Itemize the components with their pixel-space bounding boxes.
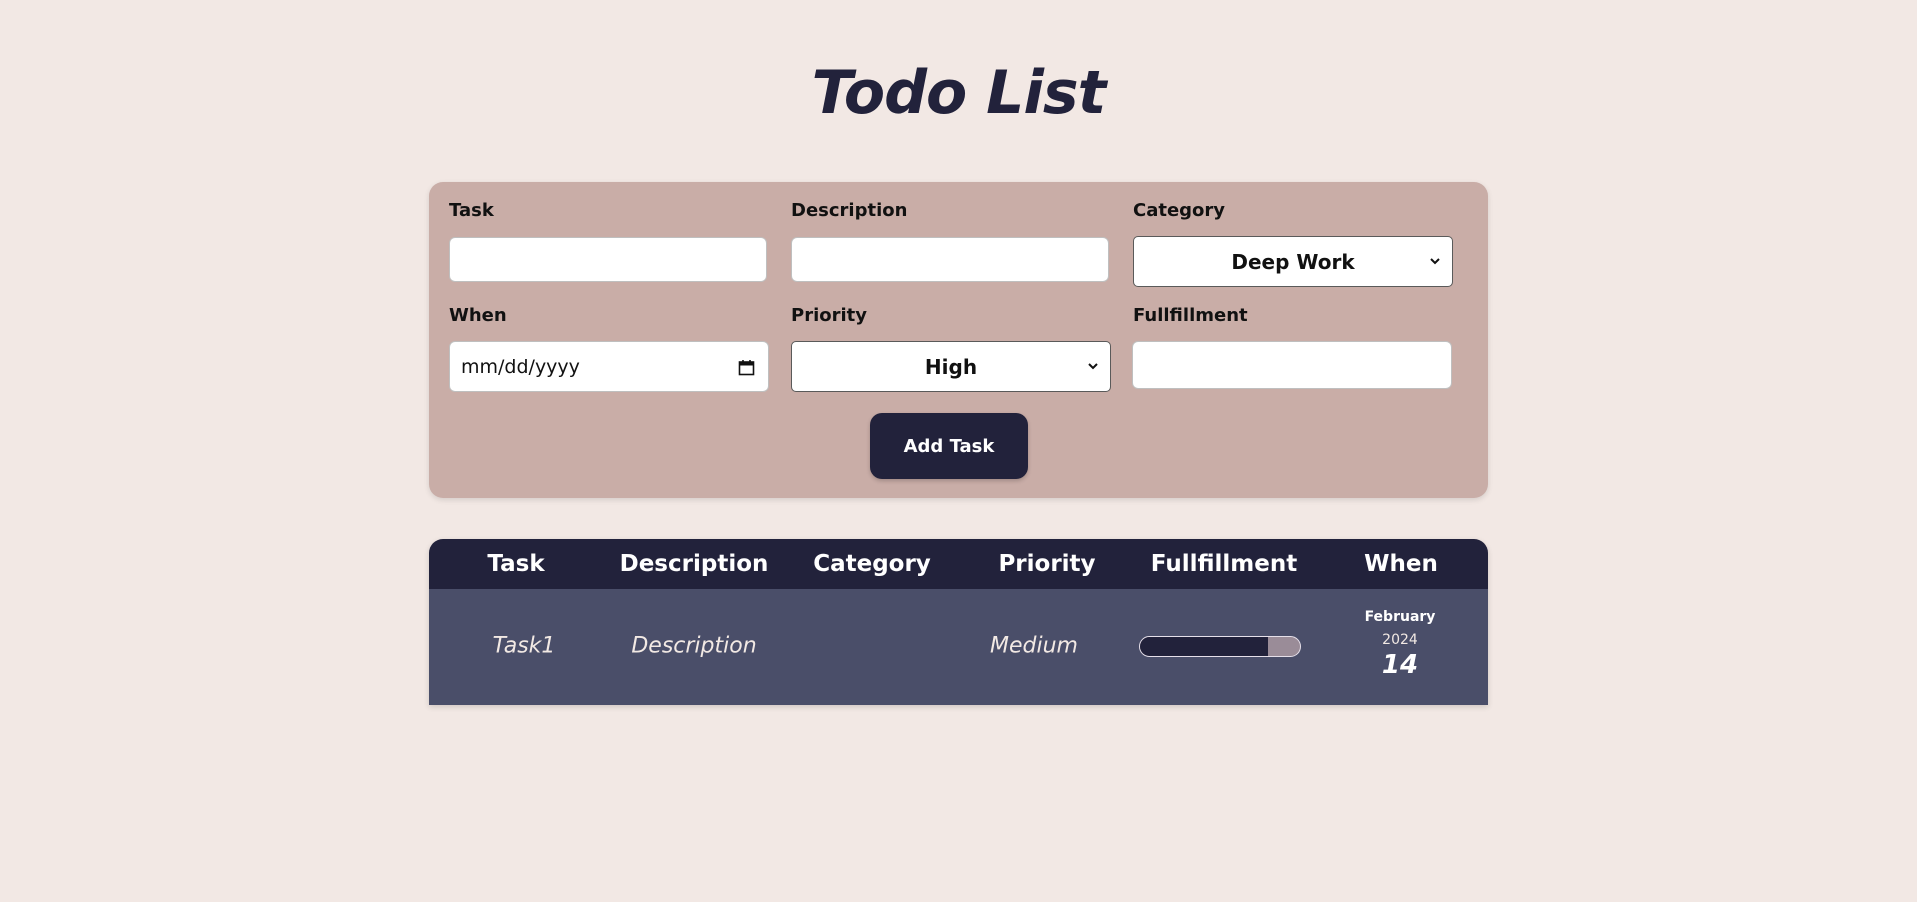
header-fulfillment: Fullfillment [1150, 551, 1298, 577]
chevron-down-icon [1430, 258, 1440, 265]
cell-priority: Medium [990, 633, 1078, 659]
cell-task: Task1 [492, 633, 556, 659]
header-when: When [1364, 551, 1438, 577]
priority-selected-value: High [924, 354, 978, 379]
when-day: 14 [1381, 650, 1419, 680]
when-placeholder: mm/dd/yyyy [461, 355, 580, 378]
description-label: Description [791, 200, 908, 221]
calendar-icon[interactable] [738, 359, 755, 376]
cell-description: Description [631, 633, 757, 659]
category-selected-value: Deep Work [1231, 249, 1355, 274]
progress-fill [1140, 637, 1268, 656]
page-title: Todo List [811, 58, 1107, 128]
add-task-form: Task Description Category Deep Work When… [429, 182, 1488, 498]
category-label: Category [1133, 200, 1226, 221]
header-task: Task [487, 551, 545, 577]
chevron-down-icon [1088, 363, 1098, 370]
header-description: Description [619, 551, 769, 577]
header-priority: Priority [998, 551, 1096, 577]
task-label: Task [449, 200, 494, 221]
table-row[interactable]: Task1 Description Medium February 2024 1… [429, 589, 1488, 705]
when-month: February [1364, 609, 1436, 625]
fulfillment-progress-bar [1139, 636, 1301, 657]
when-label: When [449, 305, 507, 326]
priority-select[interactable]: High [791, 341, 1111, 392]
when-date-input[interactable]: mm/dd/yyyy [449, 341, 769, 392]
task-input[interactable] [449, 237, 767, 282]
task-table: Task Description Category Priority Fullf… [429, 539, 1488, 705]
table-header: Task Description Category Priority Fullf… [429, 539, 1488, 589]
fulfillment-label: Fullfillment [1133, 305, 1248, 326]
fulfillment-input[interactable] [1132, 341, 1452, 389]
description-input[interactable] [791, 237, 1109, 282]
priority-label: Priority [791, 305, 867, 326]
when-year: 2024 [1382, 632, 1418, 648]
header-category: Category [813, 551, 931, 577]
category-select[interactable]: Deep Work [1133, 236, 1453, 287]
add-task-button[interactable]: Add Task [870, 413, 1028, 479]
